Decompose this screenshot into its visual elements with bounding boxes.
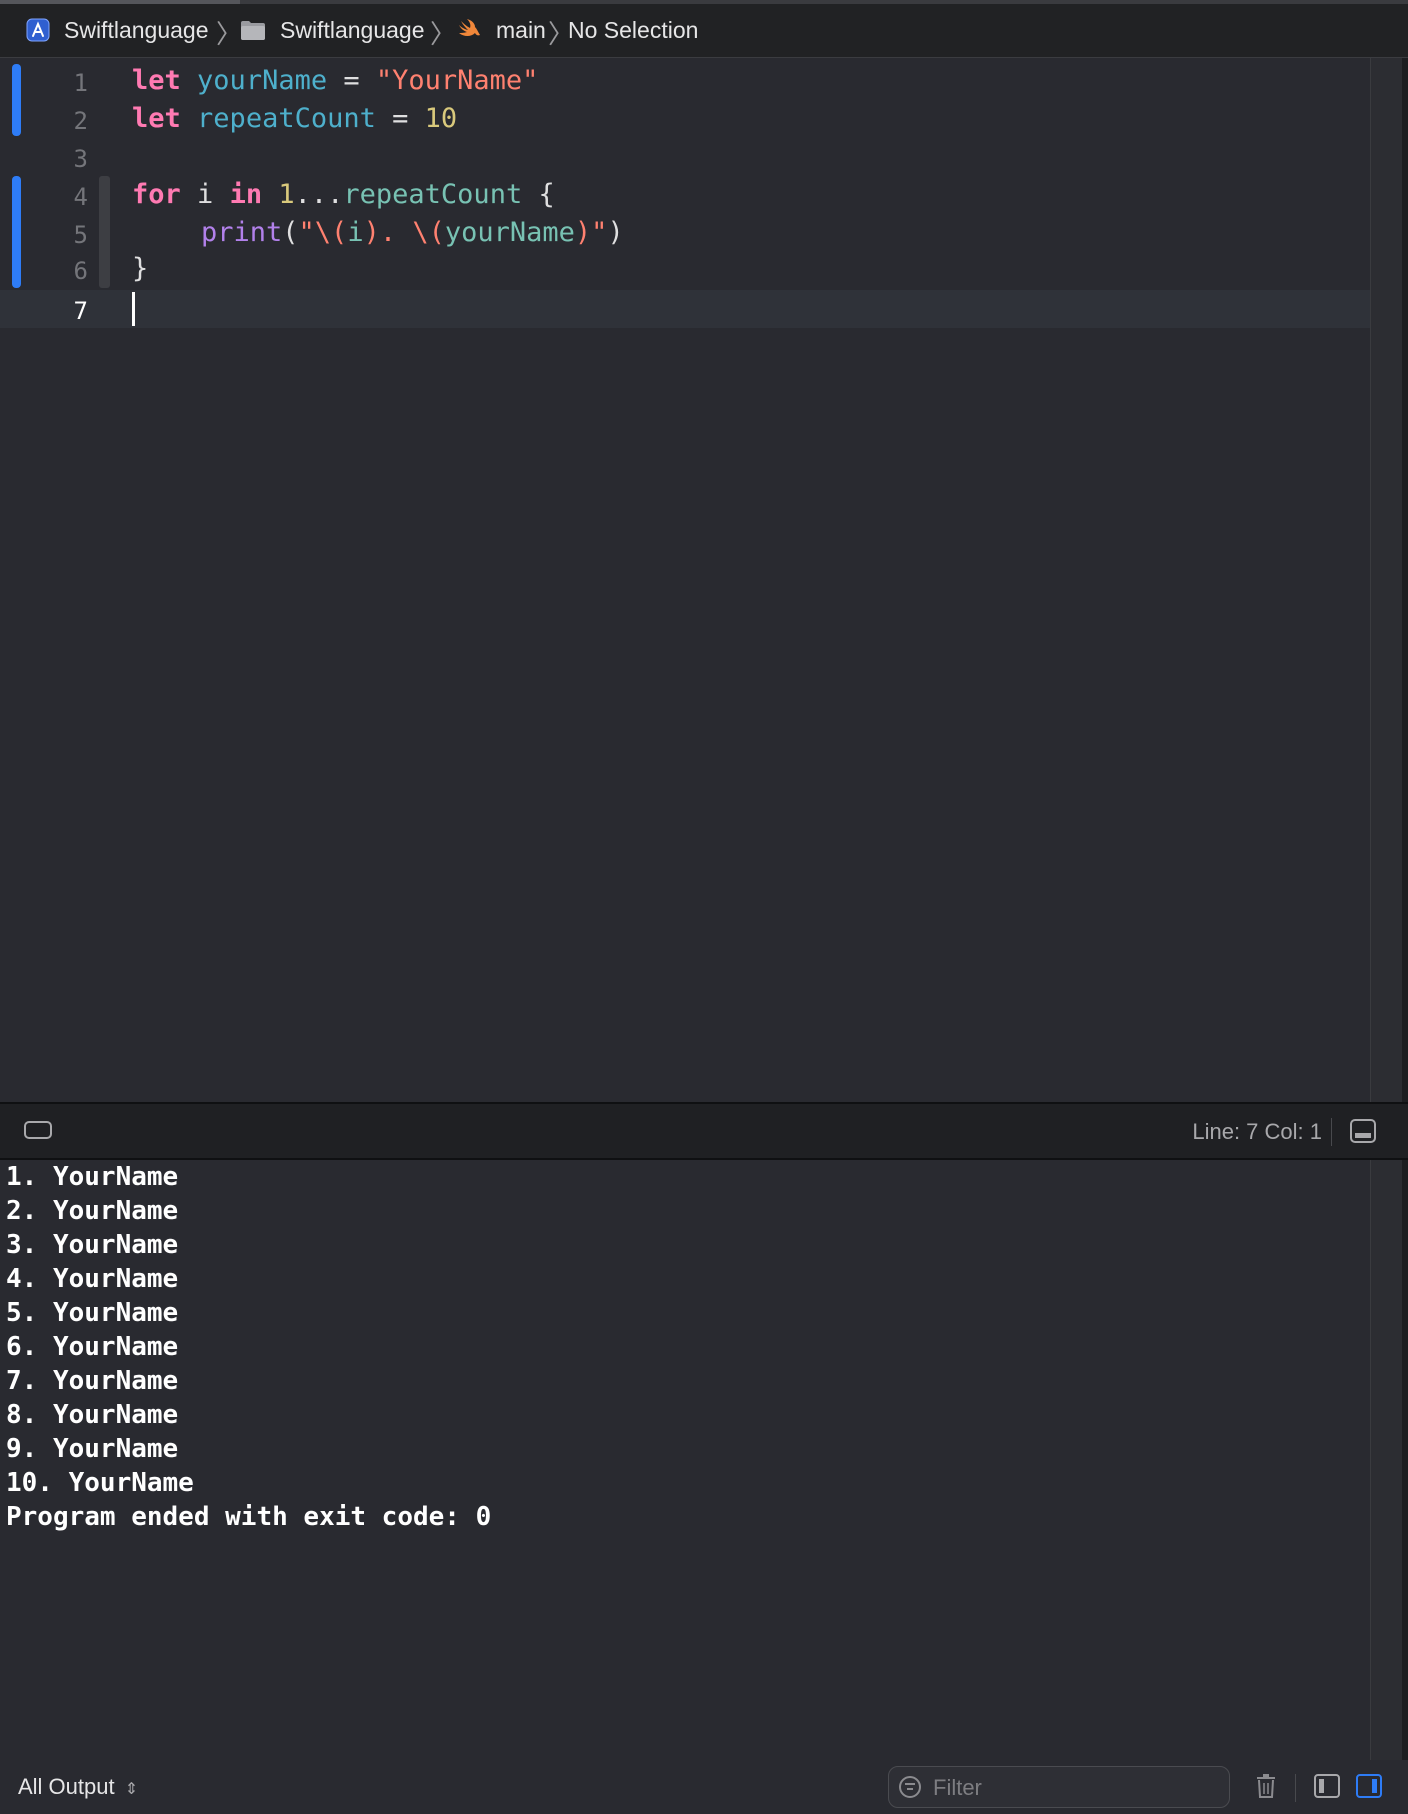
cursor-position: Line: 7 Col: 1 (1192, 1119, 1322, 1144)
output-filter-select[interactable]: All Output ⇕ (18, 1774, 138, 1800)
line-number: 1 (73, 69, 88, 97)
breadcrumb-symbol-label: No Selection (568, 16, 699, 43)
show-console-view-icon[interactable] (1356, 1774, 1382, 1798)
editor-scrollbar[interactable] (1370, 58, 1408, 1102)
console-line: 3. YourName (6, 1230, 179, 1260)
code-line[interactable]: print("\(i). \(yourName)") (201, 214, 624, 252)
operator-token: = (327, 65, 376, 96)
up-down-chevron-icon: ⇕ (124, 1779, 139, 1798)
jump-bar: Swiftlanguage 〉 Swiftlanguage 〉 main 〉 N… (0, 0, 1408, 58)
operator-token: ... (294, 179, 344, 210)
breadcrumb-project-label: Swiftlanguage (64, 16, 209, 43)
keyword-token: in (229, 179, 263, 210)
breadcrumb-folder-label: Swiftlanguage (280, 16, 425, 43)
keyword-token: let (132, 103, 181, 134)
operator-token: = (375, 103, 425, 134)
breadcrumb-file-label: main (496, 16, 546, 43)
code-line[interactable]: let yourName = "YourName" (132, 62, 538, 100)
identifier-token: i (180, 179, 230, 210)
identifier-token: repeatCount (343, 179, 523, 210)
console-line: Program ended with exit code: 0 (6, 1502, 492, 1532)
breadcrumb-symbol[interactable]: No Selection (568, 16, 698, 44)
swift-file-icon (456, 18, 482, 42)
toggle-console-panel-icon[interactable] (1350, 1119, 1376, 1143)
text-cursor (132, 292, 135, 326)
source-editor[interactable]: 1 2 3 4 5 6 7 let yourName = "YourName" … (0, 58, 1370, 1102)
line-number-current: 7 (73, 297, 88, 325)
console-line: 4. YourName (6, 1264, 179, 1294)
hide-debug-area-icon[interactable] (24, 1121, 52, 1139)
breadcrumb-folder[interactable]: Swiftlanguage (240, 16, 425, 44)
filter-field[interactable] (888, 1766, 1230, 1808)
console-output[interactable]: 1. YourName 2. YourName 3. YourName 4. Y… (0, 1160, 1370, 1760)
filter-icon (899, 1776, 921, 1798)
string-token: "YourName" (375, 65, 539, 96)
current-line-highlight (0, 290, 1370, 328)
brace-token: } (132, 253, 149, 284)
chevron-right-icon: 〉 (430, 20, 457, 50)
identifier-token: repeatCount (197, 103, 376, 134)
function-token: print (201, 217, 283, 248)
divider (1331, 1118, 1332, 1146)
code-fold-ribbon[interactable] (99, 176, 110, 288)
output-filter-label: All Output (18, 1774, 115, 1799)
line-number: 5 (73, 221, 88, 249)
string-token: ). \( (363, 217, 445, 248)
show-variables-view-icon[interactable] (1314, 1774, 1340, 1798)
folder-icon (240, 19, 266, 41)
line-number: 6 (73, 257, 88, 285)
code-line[interactable]: } (132, 250, 148, 288)
number-token: 1 (278, 179, 295, 210)
line-number: 2 (73, 107, 88, 135)
keyword-token: let (132, 65, 181, 96)
active-tab-indicator (0, 0, 240, 4)
console-line: 7. YourName (6, 1366, 179, 1396)
xcode-app-icon (26, 18, 50, 42)
console-line: 9. YourName (6, 1434, 179, 1464)
code-line[interactable]: let repeatCount = 10 (132, 100, 457, 138)
console-line: 1. YourName (6, 1162, 179, 1192)
identifier-token: yourName (197, 65, 328, 96)
change-indicator[interactable] (12, 64, 21, 136)
breadcrumb-file[interactable]: main (456, 16, 546, 44)
console-line: 10. YourName (6, 1468, 194, 1498)
identifier-token: i (347, 217, 364, 248)
debug-bar: Line: 7 Col: 1 (0, 1102, 1408, 1160)
paren-token: ( (282, 217, 299, 248)
console-scrollbar[interactable] (1370, 1160, 1408, 1760)
console-line: 5. YourName (6, 1298, 179, 1328)
identifier-token: yourName (444, 217, 575, 248)
paren-token: ) (607, 217, 624, 248)
brace-token: { (522, 179, 555, 210)
line-number: 3 (73, 145, 88, 173)
string-token: )" (574, 217, 608, 248)
console-line: 8. YourName (6, 1400, 179, 1430)
console-line: 6. YourName (6, 1332, 179, 1362)
code-line[interactable]: for i in 1...repeatCount { (132, 176, 555, 214)
divider (1295, 1774, 1296, 1802)
change-indicator[interactable] (12, 176, 21, 288)
line-number: 4 (73, 183, 88, 211)
number-token: 10 (424, 103, 458, 134)
breadcrumb-project[interactable]: Swiftlanguage (26, 16, 209, 44)
console-line: 2. YourName (6, 1196, 179, 1226)
trash-icon[interactable] (1256, 1774, 1276, 1798)
string-token: "\( (298, 217, 348, 248)
chevron-right-icon: 〉 (216, 20, 243, 50)
keyword-token: for (132, 179, 181, 210)
filter-input[interactable] (931, 1773, 1215, 1803)
console-bottom-bar: All Output ⇕ (0, 1760, 1408, 1814)
